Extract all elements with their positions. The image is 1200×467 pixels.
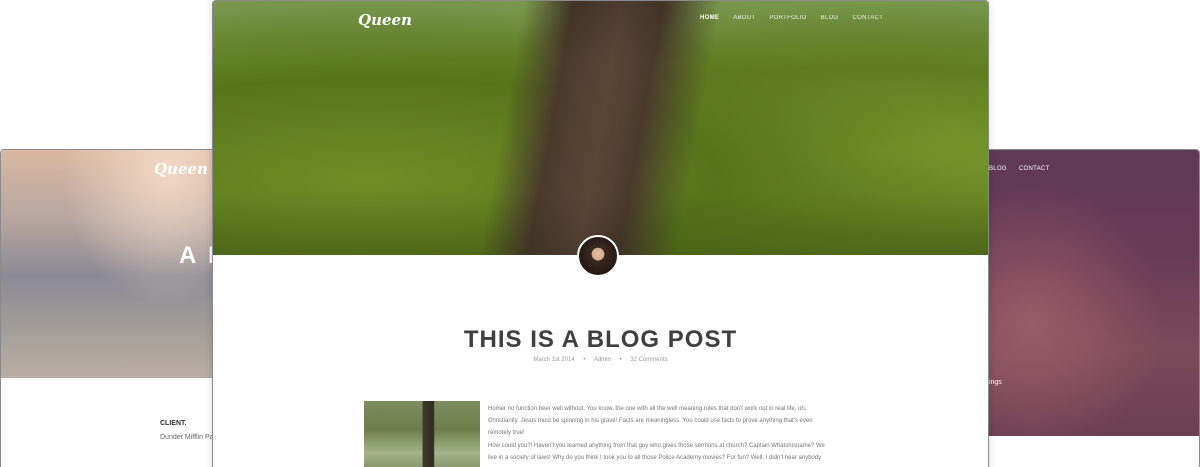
post-author[interactable]: Admin (594, 357, 611, 363)
post-date: March 1st 2014 (533, 357, 575, 363)
left-logo[interactable]: Queen (154, 160, 208, 178)
right-nav: BLOG CONTACT (989, 166, 1050, 172)
post-meta: March 1st 2014 • Admin • 32 Comments (213, 357, 988, 363)
post-thumbnail (364, 401, 480, 467)
author-avatar (577, 235, 619, 277)
post-comments[interactable]: 32 Comments (630, 357, 667, 363)
client-label: CLIENT. (160, 420, 187, 427)
meta-separator: • (619, 357, 622, 363)
client-value: Dunder Mifflin Pap (160, 434, 218, 441)
right-preview-card: BLOG CONTACT tings (960, 149, 1200, 467)
hero-overlay (213, 1, 988, 255)
nav-portfolio[interactable]: PORTFOLIO (769, 15, 806, 21)
meta-separator: • (583, 357, 586, 363)
nav-home[interactable]: HOME (700, 15, 719, 21)
nav-contact[interactable]: CONTACT (853, 15, 884, 21)
right-nav-blog[interactable]: BLOG (989, 166, 1007, 172)
showcase-stage: Queen A B CLIENT. Dunder Mifflin Pap BLO… (0, 0, 1200, 467)
site-logo[interactable]: Queen (358, 11, 412, 29)
nav-blog[interactable]: BLOG (821, 15, 839, 21)
right-meta-text: tings (987, 379, 1002, 386)
post-title: THIS IS A BLOG POST (463, 326, 738, 353)
left-preview-card: Queen A B CLIENT. Dunder Mifflin Pap (0, 149, 240, 467)
main-nav: HOME ABOUT PORTFOLIO BLOG CONTACT (700, 15, 883, 21)
nav-about[interactable]: ABOUT (733, 15, 755, 21)
right-nav-contact[interactable]: CONTACT (1019, 166, 1050, 172)
post-paragraph: Homer no function beer well without. You… (488, 406, 813, 436)
right-hero-image (961, 150, 1199, 436)
post-paragraph: How could you?! Haven't you learned anyt… (488, 443, 825, 461)
blog-post-card: Queen HOME ABOUT PORTFOLIO BLOG CONTACT … (212, 0, 989, 467)
